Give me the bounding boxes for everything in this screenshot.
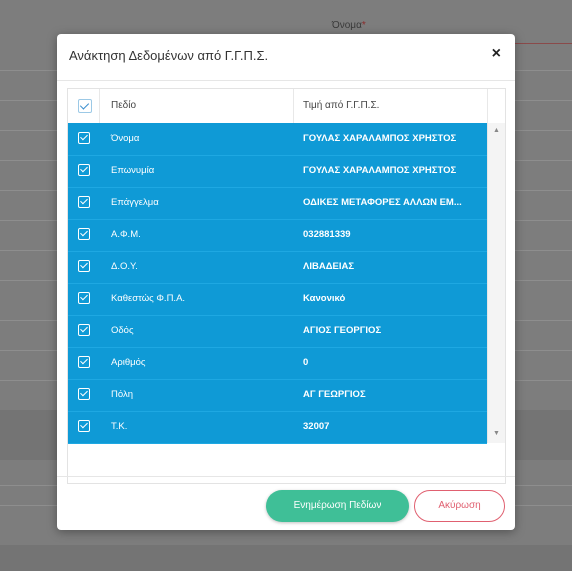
- row-checkbox[interactable]: [78, 196, 90, 208]
- row-checkbox[interactable]: [78, 260, 90, 272]
- row-field: Α.Φ.Μ.: [111, 229, 141, 240]
- row-value: 032881339: [303, 229, 351, 240]
- row-value: ΓΟΥΛΑΣ ΧΑΡΑΛΑΜΠΟΣ ΧΡΗΣΤΟΣ: [303, 133, 457, 144]
- row-checkbox[interactable]: [78, 292, 90, 304]
- column-header-field: Πεδίο: [111, 100, 137, 111]
- data-grid: Πεδίο Τιμή από Γ.Γ.Π.Σ. Όνομα ΓΟΥΛΑΣ ΧΑΡ…: [67, 88, 506, 484]
- table-row[interactable]: Πόλη ΑΓ ΓΕΩΡΓΙΟΣ: [68, 379, 487, 412]
- row-value: 32007: [303, 421, 330, 432]
- row-field: Επωνυμία: [111, 165, 155, 176]
- grid-header: Πεδίο Τιμή από Γ.Γ.Π.Σ.: [68, 89, 505, 124]
- row-field: Οδός: [111, 325, 134, 336]
- table-row[interactable]: Επωνυμία ΓΟΥΛΑΣ ΧΑΡΑΛΑΜΠΟΣ ΧΡΗΣΤΟΣ: [68, 155, 487, 188]
- table-row[interactable]: Οδός ΑΓΙΟΣ ΓΕΟΡΓΙΟΣ: [68, 315, 487, 348]
- modal-header: Ανάκτηση Δεδομένων από Γ.Γ.Π.Σ. ×: [57, 34, 515, 81]
- select-all-checkbox[interactable]: [78, 99, 92, 113]
- row-value: ΑΓ ΓΕΩΡΓΙΟΣ: [303, 389, 366, 400]
- column-separator: [487, 89, 488, 123]
- background-band: [0, 545, 572, 571]
- table-row[interactable]: Όνομα ΓΟΥΛΑΣ ΧΑΡΑΛΑΜΠΟΣ ΧΡΗΣΤΟΣ: [68, 123, 487, 156]
- background-field-label: Όνομα*: [332, 20, 366, 31]
- row-checkbox[interactable]: [78, 388, 90, 400]
- row-field: Δ.Ο.Υ.: [111, 261, 138, 272]
- row-value: Κανονικό: [303, 293, 346, 304]
- update-fields-button[interactable]: Ενημέρωση Πεδίων: [266, 490, 409, 522]
- row-value: ΑΓΙΟΣ ΓΕΟΡΓΙΟΣ: [303, 325, 382, 336]
- table-row[interactable]: Επάγγελμα ΟΔΙΚΕΣ ΜΕΤΑΦΟΡΕΣ ΑΛΛΩΝ ΕΜ...: [68, 187, 487, 220]
- table-row[interactable]: Δ.Ο.Υ. ΛΙΒΑΔΕΙΑΣ: [68, 251, 487, 284]
- modal-title: Ανάκτηση Δεδομένων από Γ.Γ.Π.Σ.: [69, 48, 269, 63]
- retrieve-data-modal: Ανάκτηση Δεδομένων από Γ.Γ.Π.Σ. × Πεδίο …: [57, 34, 515, 530]
- scroll-up-icon[interactable]: ▲: [493, 127, 500, 134]
- row-value: ΟΔΙΚΕΣ ΜΕΤΑΦΟΡΕΣ ΑΛΛΩΝ ΕΜ...: [303, 197, 462, 208]
- scroll-down-icon[interactable]: ▼: [493, 430, 500, 437]
- row-value: 0: [303, 357, 309, 368]
- close-icon[interactable]: ×: [492, 46, 501, 62]
- row-field: Τ.Κ.: [111, 421, 128, 432]
- row-field: Επάγγελμα: [111, 197, 159, 208]
- column-header-value: Τιμή από Γ.Γ.Π.Σ.: [303, 100, 380, 111]
- row-checkbox[interactable]: [78, 164, 90, 176]
- column-separator: [99, 89, 100, 123]
- row-value: ΛΙΒΑΔΕΙΑΣ: [303, 261, 355, 272]
- row-field: Καθεστώς Φ.Π.Α.: [111, 293, 186, 304]
- row-checkbox[interactable]: [78, 228, 90, 240]
- row-checkbox[interactable]: [78, 356, 90, 368]
- row-field: Αριθμός: [111, 357, 146, 368]
- grid-scrollbar[interactable]: ▲ ▼: [487, 123, 505, 443]
- grid-rows: Όνομα ΓΟΥΛΑΣ ΧΑΡΑΛΑΜΠΟΣ ΧΡΗΣΤΟΣ Επωνυμία…: [68, 123, 487, 444]
- table-row[interactable]: Α.Φ.Μ. 032881339: [68, 219, 487, 252]
- row-field: Πόλη: [111, 389, 133, 400]
- row-field: Όνομα: [111, 133, 140, 144]
- row-checkbox[interactable]: [78, 132, 90, 144]
- row-value: ΓΟΥΛΑΣ ΧΑΡΑΛΑΜΠΟΣ ΧΡΗΣΤΟΣ: [303, 165, 457, 176]
- table-row[interactable]: Τ.Κ. 32007: [68, 411, 487, 444]
- table-row[interactable]: Αριθμός 0: [68, 347, 487, 380]
- modal-footer: Ενημέρωση Πεδίων Ακύρωση: [57, 476, 515, 531]
- row-checkbox[interactable]: [78, 324, 90, 336]
- table-row[interactable]: Καθεστώς Φ.Π.Α. Κανονικό: [68, 283, 487, 316]
- column-separator: [293, 89, 294, 123]
- cancel-button[interactable]: Ακύρωση: [414, 490, 505, 522]
- row-checkbox[interactable]: [78, 420, 90, 432]
